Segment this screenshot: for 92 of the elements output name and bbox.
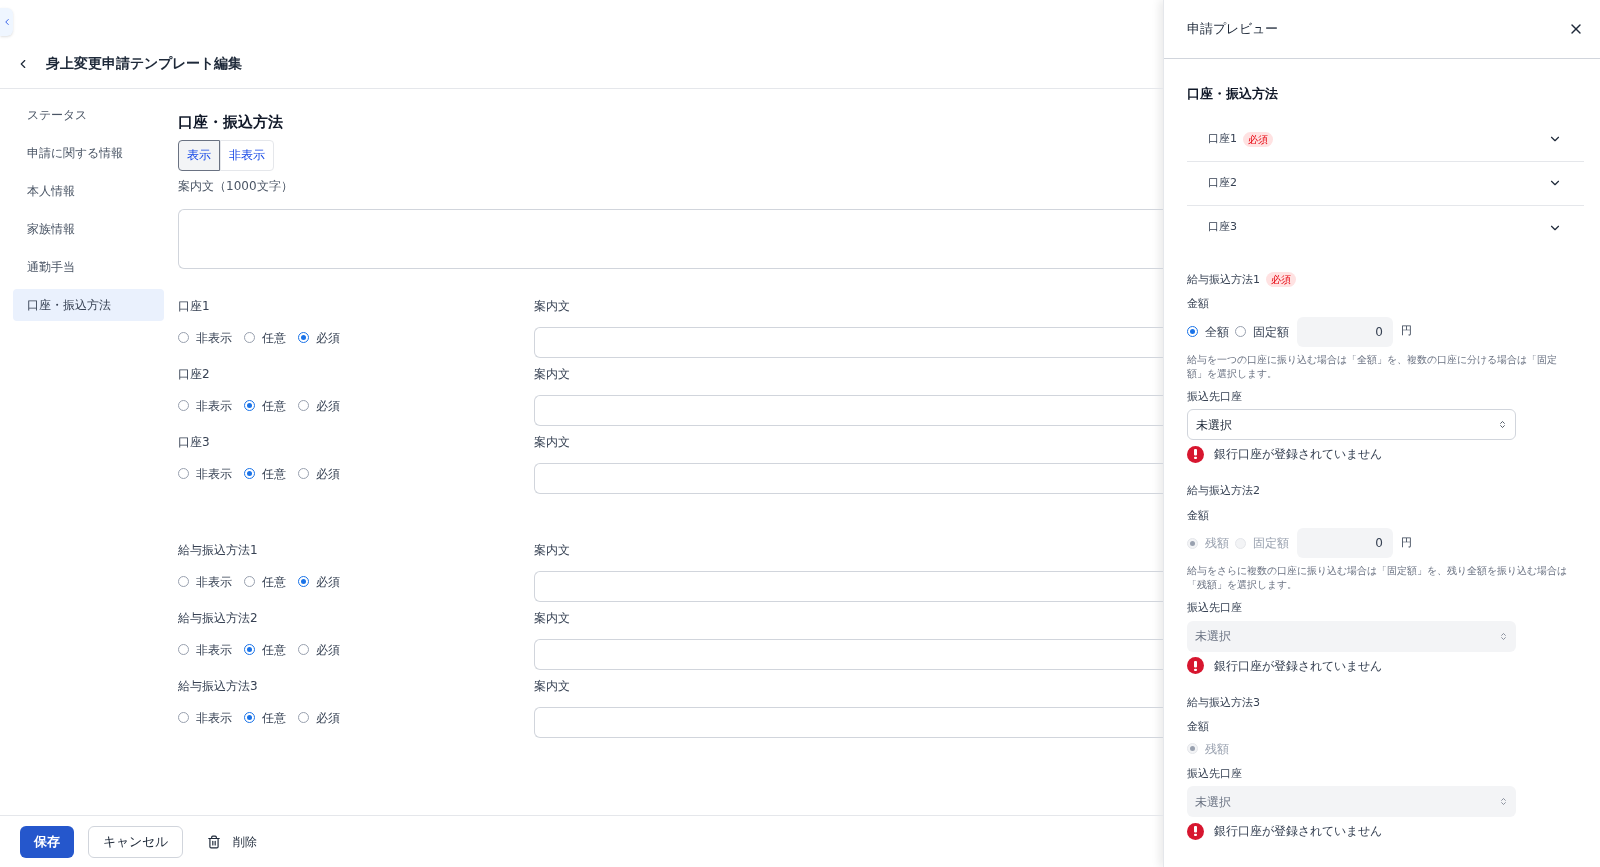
sidebar-item[interactable]: ステータス	[13, 99, 164, 131]
sidebar-item[interactable]: 申請に関する情報	[13, 137, 164, 169]
radio-label: 非表示	[196, 573, 232, 591]
guidance-textarea[interactable]	[178, 208, 1163, 269]
radio-label: 非表示	[196, 641, 232, 659]
error-message: 銀行口座が登録されていません	[1214, 823, 1382, 840]
radio-label: 任意	[262, 465, 286, 483]
accordion-label: 口座3	[1208, 219, 1237, 236]
account-accordion[interactable]: 口座3	[1187, 205, 1584, 250]
radio-label: 必須	[316, 709, 340, 727]
field-label: 案内文	[534, 609, 571, 627]
radio-label: 残額	[1205, 740, 1229, 758]
radio-label: 任意	[262, 641, 286, 659]
account-accordion[interactable]: 口座1 必須	[1187, 117, 1584, 162]
amount-label: 金額	[1187, 507, 1210, 524]
radio-label: 固定額	[1253, 535, 1289, 552]
cancel-button[interactable]: キャンセル	[88, 825, 183, 858]
radio-label: 非表示	[196, 397, 232, 415]
error-icon	[1187, 657, 1204, 674]
help-text: 給与をさらに複数の口座に振り込む場合は「固定額」を、残り全額を振り込む場合は「残額」を選択します。	[1187, 564, 1568, 592]
radio-label: 任意	[262, 329, 286, 347]
accordion-label: 口座2	[1208, 174, 1237, 191]
field-label: 案内文	[534, 365, 571, 383]
error-icon	[1187, 445, 1204, 463]
trash-icon	[207, 834, 221, 849]
section-title: 口座・振込方法	[178, 112, 284, 133]
guidance-input[interactable]	[534, 706, 1163, 738]
field-label: 口座1	[178, 297, 211, 315]
guidance-input[interactable]	[534, 638, 1163, 670]
radio-label: 任意	[262, 397, 286, 415]
field-label: 案内文	[534, 541, 571, 559]
select-arrows-icon	[1499, 797, 1508, 806]
help-text: 給与を一つの口座に振り込む場合は「全額」を、複数の口座に分ける場合は「固定額」を選択します。	[1187, 352, 1558, 381]
currency-unit: 円	[1401, 534, 1412, 551]
radio-label: 非表示	[196, 709, 232, 727]
radio-label: 固定額	[1253, 323, 1289, 341]
select-arrows-icon	[1498, 420, 1507, 429]
sidebar-item[interactable]: 本人情報	[13, 175, 164, 207]
field-label: 口座2	[178, 365, 211, 383]
amount-label: 金額	[1187, 296, 1210, 312]
radio-label: 必須	[316, 329, 340, 347]
sidebar-item[interactable]: 家族情報	[13, 213, 164, 245]
field-label: 案内文	[534, 297, 571, 315]
amount-input[interactable]: 0	[1297, 316, 1393, 347]
guidance-input[interactable]	[534, 462, 1163, 494]
radio-label: 必須	[316, 465, 340, 483]
guidance-input[interactable]	[534, 570, 1163, 602]
expand-sidebar-button[interactable]	[0, 8, 13, 36]
page-title: 身上変更申請テンプレート編集	[46, 54, 242, 73]
visibility-toggle[interactable]: 非表示	[220, 139, 274, 171]
radio-label: 非表示	[196, 329, 232, 347]
radio-label: 非表示	[196, 465, 232, 483]
radio-label: 必須	[316, 641, 340, 659]
radio-label: 残額	[1205, 535, 1229, 552]
sidebar-item[interactable]: 口座・振込方法	[13, 289, 164, 321]
account-label: 振込先口座	[1187, 600, 1243, 616]
radio-label: 任意	[262, 573, 286, 591]
field-label: 給与振込方法3	[178, 677, 259, 695]
method-title: 給与振込方法3	[1187, 694, 1260, 711]
panel-title: 申請プレビュー	[1187, 20, 1278, 39]
account-select[interactable]: 未選択	[1187, 409, 1516, 440]
field-label: 給与振込方法1	[178, 541, 259, 559]
select-arrows-icon	[1499, 631, 1508, 641]
radio-label: 任意	[262, 709, 286, 727]
error-message: 銀行口座が登録されていません	[1214, 446, 1382, 463]
currency-unit: 円	[1401, 323, 1412, 340]
method-title: 給与振込方法1	[1187, 271, 1260, 288]
radio-label: 全額	[1205, 323, 1229, 341]
radio-label: 必須	[316, 573, 340, 591]
error-icon	[1187, 822, 1204, 840]
account-label: 振込先口座	[1187, 765, 1243, 782]
preview-section-title: 口座・振込方法	[1187, 85, 1279, 103]
field-label: 口座3	[178, 433, 211, 451]
guidance-input[interactable]	[534, 326, 1163, 358]
amount-label: 金額	[1187, 719, 1210, 735]
radio-label: 必須	[316, 397, 340, 415]
account-accordion[interactable]: 口座2	[1187, 161, 1584, 206]
method-title: 給与振込方法2	[1187, 483, 1260, 499]
guidance-input[interactable]	[534, 394, 1163, 426]
field-label: 案内文	[534, 677, 571, 695]
field-label: 案内文	[534, 433, 571, 451]
save-button[interactable]: 保存	[20, 825, 74, 858]
sidebar-item[interactable]: 通勤手当	[13, 251, 164, 283]
visibility-toggle[interactable]: 表示	[178, 139, 220, 171]
error-message: 銀行口座が登録されていません	[1214, 657, 1382, 675]
accordion-label: 口座1	[1208, 130, 1237, 147]
delete-button[interactable]: 削除	[197, 825, 267, 858]
required-badge: 必須	[1243, 131, 1273, 147]
field-label: 案内文（1000文字）	[178, 177, 294, 195]
account-label: 振込先口座	[1187, 388, 1243, 405]
required-badge: 必須	[1266, 272, 1296, 288]
field-label: 給与振込方法2	[178, 609, 259, 627]
